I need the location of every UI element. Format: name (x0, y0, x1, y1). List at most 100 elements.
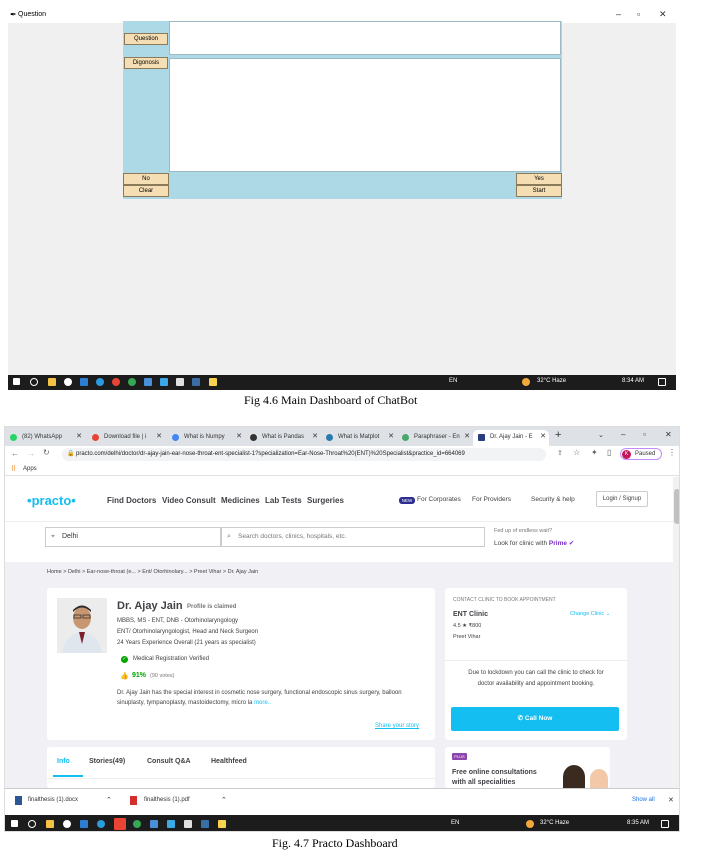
windows-start-icon[interactable] (13, 378, 20, 385)
tab-healthfeed[interactable]: Healthfeed (211, 758, 247, 765)
chrome-icon[interactable] (63, 820, 71, 828)
feather-app-icon[interactable] (218, 820, 226, 828)
minimize-icon[interactable]: – (616, 9, 621, 19)
nav-surgeries[interactable]: Surgeries (307, 496, 344, 505)
clear-button[interactable]: Clear (123, 185, 169, 197)
python-icon[interactable] (201, 820, 209, 828)
maximize-icon[interactable]: ▫ (637, 9, 640, 19)
menu-icon[interactable]: ⋮ (668, 448, 676, 457)
nav-lab-tests[interactable]: Lab Tests (265, 496, 302, 505)
chrome-icon[interactable] (64, 378, 72, 386)
edge-icon[interactable] (97, 820, 105, 828)
search-icon[interactable] (28, 820, 36, 828)
back-icon[interactable]: ← (11, 449, 19, 458)
new-tab-icon[interactable]: + (555, 429, 561, 441)
close-tab-icon[interactable]: ✕ (388, 430, 394, 444)
sidepanel-icon[interactable]: ▯ (607, 448, 611, 457)
tab-paraphraser[interactable]: Paraphraser - En ✕ (397, 430, 473, 446)
close-icon[interactable]: ✕ (668, 796, 674, 804)
python-icon[interactable] (192, 378, 200, 386)
forward-icon[interactable]: → (27, 449, 35, 458)
tab-practo-active[interactable]: Dr. Ajay Jain - E ✕ (473, 430, 549, 446)
nav-video-consult[interactable]: Video Consult (162, 496, 216, 505)
search-icon[interactable] (30, 378, 38, 386)
apps-grid-icon[interactable]: ⠿ (11, 465, 16, 473)
feather-app-icon[interactable] (209, 378, 217, 386)
tab-whatsapp[interactable]: (82) WhatsApp ✕ (5, 430, 85, 446)
close-tab-icon[interactable]: ✕ (156, 430, 162, 444)
share-icon[interactable]: ⇪ (557, 449, 563, 457)
call-now-button[interactable]: ✆ Call Now (451, 707, 619, 731)
change-clinic-link[interactable]: Change Clinic ⌄ (570, 611, 610, 617)
windows-start-icon[interactable] (11, 820, 18, 827)
url-field[interactable]: 🔒 practo.com/delhi/doctor/dr-ajay-jain-e… (62, 448, 546, 461)
nav-medicines[interactable]: Medicines (221, 496, 260, 505)
file-explorer-icon[interactable] (46, 820, 54, 828)
active-app-icon[interactable] (114, 818, 126, 830)
show-all-link[interactable]: Show all (632, 797, 655, 803)
read-more-link[interactable]: more.. (254, 700, 271, 706)
notification-icon[interactable] (658, 378, 666, 386)
app-icon[interactable] (144, 378, 152, 386)
profile-button[interactable]: K Paused (620, 448, 662, 460)
tab-matplotlib[interactable]: What is Matplot ✕ (321, 430, 397, 446)
notification-icon[interactable] (661, 820, 669, 828)
store-icon[interactable] (80, 820, 88, 828)
store-icon[interactable] (80, 378, 88, 386)
tab-consult-qa[interactable]: Consult Q&A (147, 758, 191, 765)
tab-stories[interactable]: Stories(49) (89, 758, 125, 765)
start-button[interactable]: Start (516, 185, 562, 197)
chevron-down-icon[interactable]: ⌄ (598, 431, 604, 439)
nav-find-doctors[interactable]: Find Doctors (107, 496, 156, 505)
tab-download[interactable]: Download file | i ✕ (87, 430, 165, 446)
minimize-icon[interactable]: – (621, 430, 625, 439)
scroll-thumb[interactable] (674, 489, 679, 524)
location-input[interactable]: ⌖ Delhi (45, 527, 221, 547)
star-icon[interactable]: ☆ (573, 448, 580, 457)
plus-promo-card[interactable]: PLUS Free online consultations with all … (445, 747, 610, 788)
no-button[interactable]: No (123, 173, 169, 185)
nav-for-providers[interactable]: For Providers (472, 496, 511, 503)
app-icon[interactable] (150, 820, 158, 828)
login-button[interactable]: Login / Signup (596, 491, 648, 507)
practo-logo[interactable]: •practo• (27, 493, 76, 508)
chevron-up-icon[interactable]: ⌃ (221, 796, 227, 804)
notepad-icon[interactable] (176, 378, 184, 386)
close-tab-icon[interactable]: ✕ (540, 430, 546, 444)
diagnosis-button[interactable]: Digonosis (124, 57, 168, 69)
file-explorer-icon[interactable] (48, 378, 56, 386)
page-scrollbar[interactable] (673, 477, 679, 788)
close-icon[interactable]: ✕ (659, 9, 667, 20)
close-tab-icon[interactable]: ✕ (76, 430, 82, 444)
edge-icon[interactable] (96, 378, 104, 386)
tab-info[interactable]: Info (57, 758, 70, 765)
close-tab-icon[interactable]: ✕ (312, 430, 318, 444)
chevron-up-icon[interactable]: ⌃ (106, 796, 112, 804)
chrome-icon-2[interactable] (133, 820, 141, 828)
tab-pandas[interactable]: What is Pandas ✕ (245, 430, 321, 446)
browser-icon[interactable] (112, 378, 120, 386)
download-file-2[interactable]: finalthesis (1).pdf (144, 797, 190, 803)
chrome-icon-2[interactable] (128, 378, 136, 386)
question-button[interactable]: Question (124, 33, 168, 45)
prime-promo[interactable]: Look for clinic with Prime ✔ (494, 539, 574, 547)
close-tab-icon[interactable]: ✕ (236, 430, 242, 444)
notepad-icon[interactable] (184, 820, 192, 828)
diagnosis-display[interactable] (169, 58, 561, 172)
tab-numpy[interactable]: What is Numpy ✕ (167, 430, 245, 446)
vscode-icon[interactable] (160, 378, 168, 386)
share-story-link[interactable]: Share your story (375, 723, 419, 729)
download-file-1[interactable]: finalthesis (1).docx (28, 797, 78, 803)
apps-link[interactable]: Apps (23, 466, 37, 472)
close-icon[interactable]: ✕ (665, 430, 672, 439)
close-tab-icon[interactable]: ✕ (464, 430, 470, 444)
doctor-search-input[interactable]: ⌕ Search doctors, clinics, hospitals, et… (221, 527, 485, 547)
maximize-icon[interactable]: ▫ (643, 430, 646, 439)
breadcrumb[interactable]: Home > Delhi > Ear-nose-throat (e... > E… (47, 569, 258, 575)
question-display[interactable] (169, 21, 561, 55)
reload-icon[interactable]: ↻ (43, 448, 50, 457)
yes-button[interactable]: Yes (516, 173, 562, 185)
nav-for-corporates[interactable]: For Corporates (417, 496, 461, 503)
vscode-icon[interactable] (167, 820, 175, 828)
extensions-icon[interactable]: ✦ (591, 448, 598, 457)
